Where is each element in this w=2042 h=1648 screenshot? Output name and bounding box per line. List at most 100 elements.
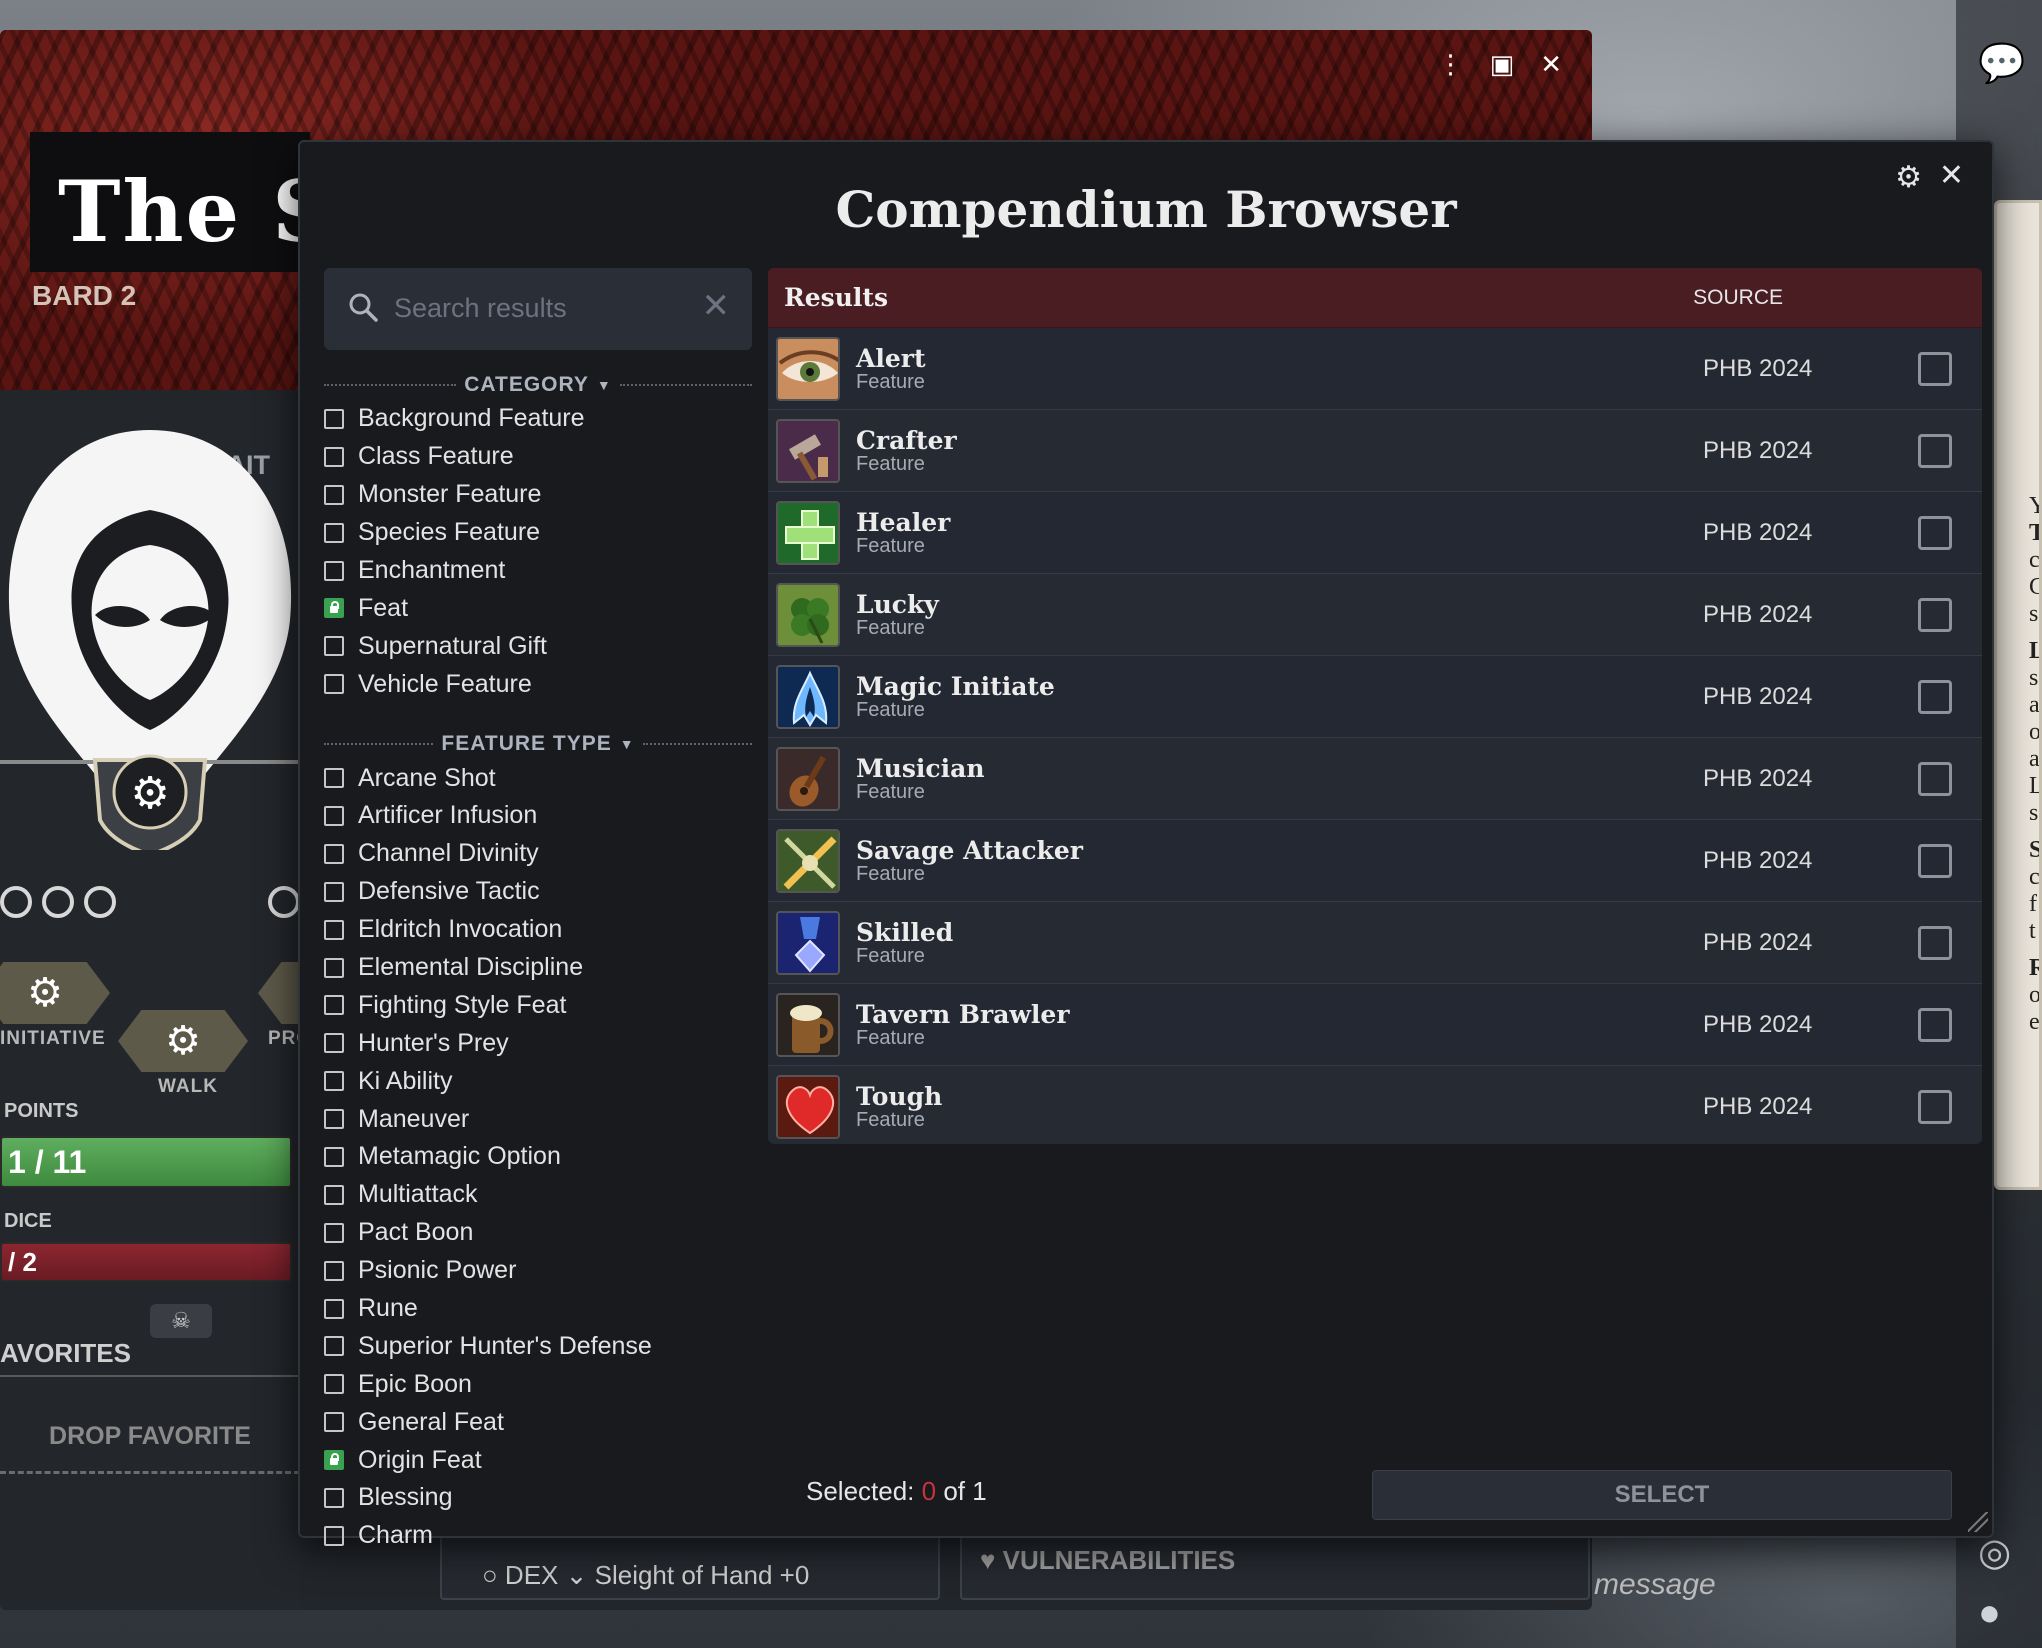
result-row-magic-initiate[interactable]: Magic Initiate Feature PHB 2024 — [768, 656, 1982, 738]
checkbox[interactable] — [324, 1412, 344, 1433]
result-row-savage-attacker[interactable]: Savage Attacker Feature PHB 2024 — [768, 820, 1982, 902]
filter-option-blessing[interactable]: Blessing — [324, 1479, 752, 1517]
skill-row-sleight-of-hand[interactable]: ○ DEX ⌄ Sleight of Hand +0 — [482, 1560, 809, 1591]
filter-option-enchantment[interactable]: Enchantment — [324, 552, 752, 590]
select-checkbox[interactable] — [1918, 843, 1952, 878]
skull-icon[interactable]: ☠ — [150, 1304, 212, 1338]
checkbox[interactable] — [324, 843, 344, 864]
filter-option-defensive-tactic[interactable]: Defensive Tactic — [324, 873, 752, 911]
close-icon[interactable]: ✕ — [1540, 50, 1562, 80]
filter-option-multiattack[interactable]: Multiattack — [324, 1176, 752, 1214]
filter-option-ki-ability[interactable]: Ki Ability — [324, 1062, 752, 1100]
checkbox[interactable] — [324, 446, 344, 467]
checkbox[interactable] — [324, 636, 344, 657]
result-row-tavern-brawler[interactable]: Tavern Brawler Feature PHB 2024 — [768, 984, 1982, 1066]
slot-dot[interactable] — [0, 886, 32, 918]
checkbox[interactable] — [324, 1222, 344, 1243]
slot-dot[interactable] — [42, 886, 74, 918]
result-name[interactable]: Healer — [856, 509, 1703, 536]
clear-search-icon[interactable]: ✕ — [702, 286, 731, 326]
checkbox[interactable] — [324, 1071, 344, 1092]
filter-option-monster-feature[interactable]: Monster Feature — [324, 476, 752, 514]
filter-option-general-feat[interactable]: General Feat — [324, 1403, 752, 1441]
filter-option-charm[interactable]: Charm — [324, 1517, 752, 1555]
hit-points-bar[interactable]: 1 / 11 — [0, 1136, 292, 1188]
chat-bubbles-icon[interactable]: 💬 — [1978, 42, 2025, 86]
select-checkbox[interactable] — [1918, 761, 1952, 796]
filter-option-rune[interactable]: Rune — [324, 1290, 752, 1328]
filter-option-eldritch-invocation[interactable]: Eldritch Invocation — [324, 911, 752, 949]
result-row-healer[interactable]: Healer Feature PHB 2024 — [768, 492, 1982, 574]
select-checkbox[interactable] — [1918, 679, 1952, 714]
checkbox[interactable] — [324, 957, 344, 978]
filter-option-origin-feat[interactable]: Origin Feat — [324, 1441, 752, 1479]
filter-option-superior-hunter-s-defense[interactable]: Superior Hunter's Defense — [324, 1327, 752, 1365]
token-icon[interactable]: ▣ — [1490, 50, 1515, 80]
slot-dot[interactable] — [268, 886, 300, 918]
locked-checkbox-icon[interactable] — [324, 598, 344, 619]
resize-handle-icon[interactable] — [1968, 1512, 1988, 1532]
result-name[interactable]: Alert — [856, 345, 1703, 372]
checkbox[interactable] — [324, 1146, 344, 1167]
feature-type-filter-header[interactable]: Feature Type ▼ — [324, 729, 752, 759]
result-row-skilled[interactable]: Skilled Feature PHB 2024 — [768, 902, 1982, 984]
source-column-header[interactable]: Source — [1693, 286, 1783, 310]
result-name[interactable]: Magic Initiate — [856, 673, 1703, 700]
select-checkbox[interactable] — [1918, 433, 1952, 468]
result-name[interactable]: Crafter — [856, 427, 1703, 454]
checkbox[interactable] — [324, 919, 344, 940]
select-checkbox[interactable] — [1918, 1007, 1952, 1042]
settings-gear-icon[interactable]: ⚙ — [1895, 160, 1922, 195]
checkbox[interactable] — [324, 1525, 344, 1546]
result-row-musician[interactable]: Musician Feature PHB 2024 — [768, 738, 1982, 820]
filter-option-psionic-power[interactable]: Psionic Power — [324, 1252, 752, 1290]
filter-option-vehicle-feature[interactable]: Vehicle Feature — [324, 665, 752, 703]
checkbox[interactable] — [324, 1336, 344, 1357]
select-checkbox[interactable] — [1918, 515, 1952, 550]
result-row-lucky[interactable]: Lucky Feature PHB 2024 — [768, 574, 1982, 656]
locked-checkbox-icon[interactable] — [324, 1450, 344, 1471]
filter-option-channel-divinity[interactable]: Channel Divinity — [324, 835, 752, 873]
chat-message-placeholder[interactable]: message — [1594, 1568, 1716, 1602]
result-name[interactable]: Skilled — [856, 919, 1703, 946]
select-checkbox[interactable] — [1918, 597, 1952, 632]
close-icon[interactable]: ✕ — [1939, 158, 1964, 193]
checkbox[interactable] — [324, 1184, 344, 1205]
drop-favorite-zone[interactable]: Drop Favorite — [0, 1400, 300, 1474]
select-checkbox[interactable] — [1918, 925, 1952, 960]
walk-gear-icon[interactable]: ⚙ — [118, 1010, 248, 1072]
filter-option-maneuver[interactable]: Maneuver — [324, 1100, 752, 1138]
select-button[interactable]: Select — [1372, 1470, 1952, 1520]
filter-option-species-feature[interactable]: Species Feature — [324, 514, 752, 552]
checkbox[interactable] — [324, 805, 344, 826]
checkbox[interactable] — [324, 408, 344, 429]
filter-option-artificer-infusion[interactable]: Artificer Infusion — [324, 797, 752, 835]
checkbox[interactable] — [324, 1033, 344, 1054]
result-row-tough[interactable]: Tough Feature PHB 2024 — [768, 1066, 1982, 1144]
checkbox[interactable] — [324, 522, 344, 543]
search-input[interactable] — [394, 288, 694, 328]
checkbox[interactable] — [324, 484, 344, 505]
checkbox[interactable] — [324, 1260, 344, 1281]
filter-option-hunter-s-prey[interactable]: Hunter's Prey — [324, 1024, 752, 1062]
initiative-gear-icon[interactable]: ⚙ — [0, 962, 110, 1024]
filter-option-class-feature[interactable]: Class Feature — [324, 438, 752, 476]
category-filter-header[interactable]: Category ▼ — [324, 370, 752, 400]
result-name[interactable]: Tavern Brawler — [856, 1001, 1703, 1028]
checkbox[interactable] — [324, 881, 344, 902]
filter-option-feat[interactable]: Feat — [324, 589, 752, 627]
checkbox[interactable] — [324, 674, 344, 695]
filter-option-pact-boon[interactable]: Pact Boon — [324, 1214, 752, 1252]
filter-option-arcane-shot[interactable]: Arcane Shot — [324, 759, 752, 797]
hit-dice-bar[interactable]: / 2 — [0, 1242, 292, 1282]
user-icon[interactable]: ● — [1978, 1592, 2001, 1635]
result-name[interactable]: Tough — [856, 1083, 1703, 1110]
select-checkbox[interactable] — [1918, 1089, 1952, 1124]
result-row-crafter[interactable]: Crafter Feature PHB 2024 — [768, 410, 1982, 492]
checkbox[interactable] — [324, 560, 344, 581]
result-name[interactable]: Savage Attacker — [856, 837, 1703, 864]
filter-option-elemental-discipline[interactable]: Elemental Discipline — [324, 949, 752, 987]
checkbox[interactable] — [324, 1109, 344, 1130]
checkbox[interactable] — [324, 1298, 344, 1319]
checkbox[interactable] — [324, 995, 344, 1016]
